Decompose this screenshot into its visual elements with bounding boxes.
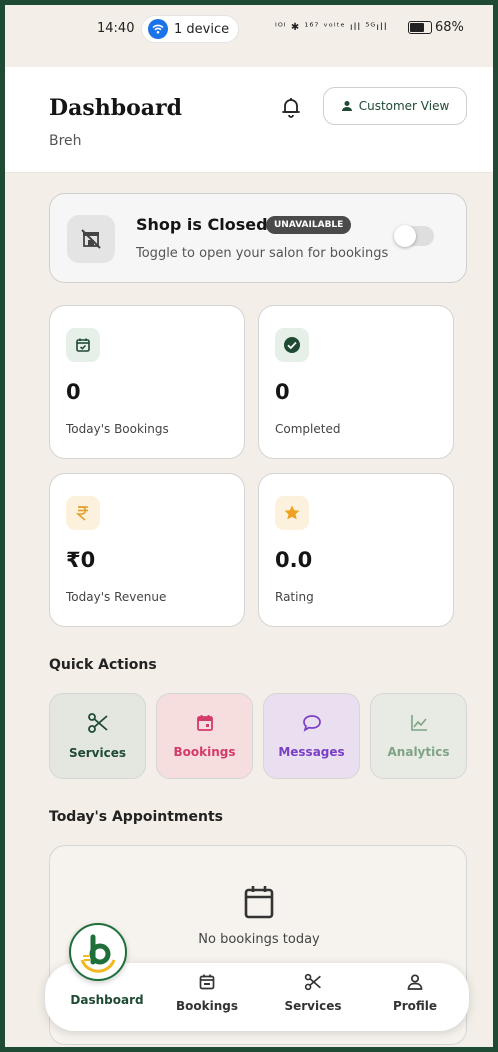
status-time: 14:40 <box>97 21 135 36</box>
nav-label: Profile <box>392 999 438 1013</box>
stat-label: Completed <box>275 422 341 436</box>
bell-icon[interactable] <box>279 95 303 119</box>
device-count: 1 device <box>174 21 230 37</box>
quick-action-label: Bookings <box>173 745 236 759</box>
page-title: Dashboard <box>49 95 182 121</box>
star-icon <box>275 496 309 530</box>
stat-label: Today's Revenue <box>66 590 167 604</box>
quick-action-label: Services <box>68 746 127 760</box>
stat-card-rating[interactable]: 0.0 Rating <box>258 473 454 627</box>
chat-icon <box>302 713 322 737</box>
nav-item-dashboard[interactable]: Dashboard <box>67 993 147 1007</box>
device-pill[interactable]: 1 device <box>141 15 239 43</box>
stat-value: 0.0 <box>275 548 313 572</box>
quick-action-messages[interactable]: Messages <box>263 693 360 779</box>
quick-action-label: Analytics <box>387 745 450 759</box>
shop-open-toggle[interactable] <box>394 225 434 247</box>
user-icon <box>341 97 353 116</box>
stat-card-completed[interactable]: 0 Completed <box>258 305 454 459</box>
user-icon <box>406 973 424 995</box>
calendar-check-icon <box>66 328 100 362</box>
scissors-icon <box>304 973 322 995</box>
quick-actions-title: Quick Actions <box>49 657 157 673</box>
stat-label: Today's Bookings <box>66 422 169 436</box>
battery-percent: 68% <box>435 20 464 35</box>
battery-icon <box>408 21 432 34</box>
status-badge: UNAVAILABLE <box>266 216 352 234</box>
appointments-title: Today's Appointments <box>49 809 223 825</box>
stat-card-todays-revenue[interactable]: ₹0 Today's Revenue <box>49 473 245 627</box>
stat-value: ₹0 <box>66 548 96 572</box>
page-header: Dashboard Breh Customer View <box>5 67 493 173</box>
shop-status-subtitle: Toggle to open your salon for bookings <box>136 246 389 261</box>
nav-label: Services <box>284 999 342 1013</box>
nav-label: Bookings <box>175 999 238 1013</box>
stat-card-todays-bookings[interactable]: 0 Today's Bookings <box>49 305 245 459</box>
nav-item-profile[interactable]: Profile <box>375 973 455 1013</box>
quick-action-services[interactable]: Services <box>49 693 146 779</box>
nav-item-bookings[interactable]: Bookings <box>167 973 247 1013</box>
rupee-icon <box>66 496 100 530</box>
app-frame: 14:40 1 device ᴵᴼᴵ ✱ ¹⁶⁷ ᵛᵒˡᵗᵉ ıll ⁵ᴳıll… <box>0 0 498 1052</box>
quick-action-bookings[interactable]: Bookings <box>156 693 253 779</box>
nav-item-services[interactable]: Services <box>273 973 353 1013</box>
check-circle-icon <box>275 328 309 362</box>
logo-icon[interactable] <box>69 923 127 981</box>
stat-value: 0 <box>66 380 81 404</box>
store-closed-icon <box>67 215 115 263</box>
empty-calendar-icon <box>243 884 275 924</box>
status-icons: ᴵᴼᴵ ✱ ¹⁶⁷ ᵛᵒˡᵗᵉ ıll ⁵ᴳıll <box>275 22 388 33</box>
shop-name: Breh <box>49 133 82 149</box>
shop-status-card: Shop is Closed UNAVAILABLE Toggle to ope… <box>49 193 467 283</box>
chart-icon <box>409 713 429 737</box>
calendar-icon <box>198 973 216 995</box>
stat-label: Rating <box>275 590 314 604</box>
quick-action-label: Messages <box>278 745 345 759</box>
quick-action-analytics[interactable]: Analytics <box>370 693 467 779</box>
wifi-icon <box>148 19 168 39</box>
status-bar: 14:40 1 device ᴵᴼᴵ ✱ ¹⁶⁷ ᵛᵒˡᵗᵉ ıll ⁵ᴳıll… <box>5 5 493 67</box>
calendar-icon <box>195 713 215 737</box>
scissors-icon <box>87 712 109 738</box>
customer-view-label: Customer View <box>358 99 450 113</box>
shop-status-title: Shop is Closed <box>136 215 268 234</box>
nav-label: Dashboard <box>70 993 144 1007</box>
toggle-knob <box>394 225 416 247</box>
customer-view-button[interactable]: Customer View <box>323 87 467 125</box>
battery-indicator: 68% <box>408 20 464 35</box>
stat-value: 0 <box>275 380 290 404</box>
